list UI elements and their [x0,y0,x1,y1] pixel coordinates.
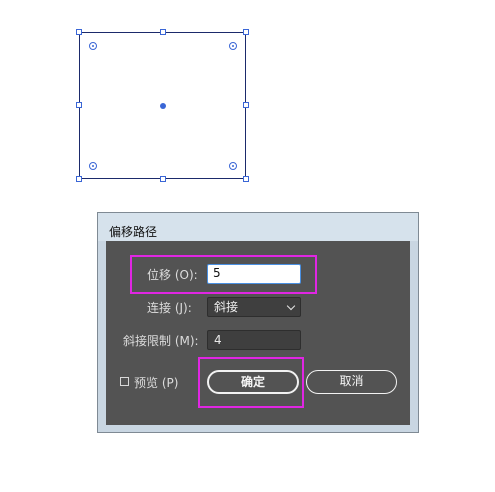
miter-limit-input[interactable]: 4 [207,330,301,350]
handle-top-left[interactable] [76,29,82,35]
handle-middle-right[interactable] [243,102,249,108]
joins-select[interactable]: 斜接 [207,297,301,317]
anchor-point-top-left[interactable] [89,42,97,50]
handle-bottom-middle[interactable] [160,176,166,182]
handle-middle-left[interactable] [76,102,82,108]
anchor-point-bottom-right[interactable] [229,162,237,170]
handle-bottom-right[interactable] [243,176,249,182]
preview-label: 预览 (P) [134,376,179,390]
joins-selected-value: 斜接 [214,300,239,314]
miter-limit-label: 斜接限制 (M): [123,334,199,348]
handle-bottom-left[interactable] [76,176,82,182]
handle-top-middle[interactable] [160,29,166,35]
dialog-title-bar[interactable]: 偏移路径 [98,213,418,241]
joins-label: 连接 (J): [147,301,192,315]
ok-button-highlight-box [198,357,304,408]
center-point [160,103,166,109]
cancel-button[interactable]: 取消 [306,370,397,394]
anchor-point-top-right[interactable] [229,42,237,50]
offset-highlight-box [130,255,317,294]
dialog-title: 偏移路径 [109,225,158,239]
handle-top-right[interactable] [243,29,249,35]
anchor-point-bottom-left[interactable] [89,162,97,170]
preview-checkbox[interactable] [120,377,129,386]
chevron-down-icon [286,301,296,311]
